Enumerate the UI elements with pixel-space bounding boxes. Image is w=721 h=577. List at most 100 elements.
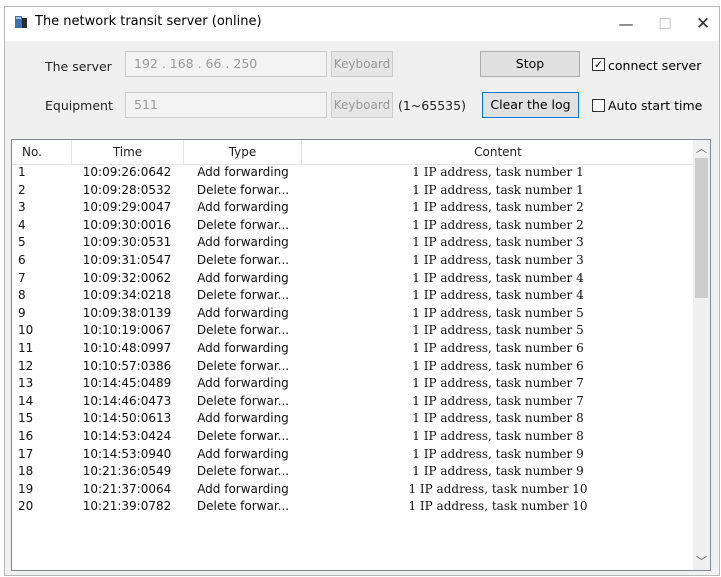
header-content[interactable]: Content (302, 140, 694, 164)
cell-time: 10:14:50:0613 (82, 411, 172, 426)
cell-time: 10:09:34:0218 (82, 288, 172, 303)
header-no[interactable]: No. (12, 140, 72, 164)
cell-no: 19 (18, 481, 34, 496)
maximize-button[interactable]: ☐ (645, 7, 685, 41)
table-row[interactable]: 10 10:10:19:0067 Delete forwar... 1 IP addr… (12, 322, 694, 340)
table-row[interactable]: 3 10:09:29:0047 Add forwarding 1 IP address… (12, 199, 694, 217)
chevron-up-icon[interactable]: ︿ (693, 140, 710, 157)
table-row[interactable]: 19 10:21:37:0064 Add forwarding 1 IP addres… (12, 481, 694, 499)
chevron-down-icon[interactable]: ﹀ (693, 553, 710, 570)
table-row[interactable]: 4 10:09:30:0016 Delete forwar... 1 IP addre… (12, 217, 694, 235)
cell-no: 20 (18, 499, 34, 514)
equipment-field[interactable]: 511 (125, 92, 327, 118)
cell-no: 12 (18, 358, 34, 373)
cell-type: Add forwarding (197, 200, 289, 215)
stop-button[interactable]: Stop (480, 51, 580, 77)
cell-time: 10:09:28:0532 (82, 182, 172, 197)
cell-time: 10:09:30:0016 (82, 217, 172, 232)
table-row[interactable]: 1 10:09:26:0642 Add forwarding 1 IP address… (12, 164, 694, 182)
cell-content: 1 IP address, task number 3 (412, 235, 584, 250)
cell-no: 5 (18, 235, 26, 250)
table-row[interactable]: 5 10:09:30:0531 Add forwarding 1 IP address… (12, 234, 694, 252)
cell-no: 3 (18, 200, 26, 215)
table-row[interactable]: 15 10:14:50:0613 Add forwarding 1 IP addres… (12, 410, 694, 428)
equipment-keyboard-button[interactable]: Keyboard (331, 92, 393, 118)
cell-time: 10:14:53:0940 (82, 446, 172, 461)
cell-no: 11 (18, 340, 34, 355)
cell-no: 7 (18, 270, 26, 285)
cell-time: 10:09:32:0062 (82, 270, 172, 285)
server-app-icon (15, 16, 27, 28)
cell-type: Add forwarding (197, 340, 289, 355)
cell-type: Delete forwar... (196, 464, 290, 479)
vertical-scrollbar[interactable]: ︿ ﹀ (693, 140, 710, 570)
table-row[interactable]: 16 10:14:53:0424 Delete forwar... 1 IP addr… (12, 428, 694, 446)
auto-start-checkbox[interactable] (592, 99, 605, 112)
cell-type: Add forwarding (197, 165, 289, 179)
cell-content: 1 IP address, task number 5 (412, 305, 584, 320)
clear-log-button[interactable]: Clear the log (482, 92, 579, 118)
cell-type: Delete forwar... (196, 252, 290, 267)
list-rows: 1 10:09:26:0642 Add forwarding 1 IP address… (12, 164, 694, 516)
cell-no: 6 (18, 252, 26, 267)
cell-type: Delete forwar... (196, 182, 290, 197)
cell-no: 1 (18, 165, 26, 179)
table-row[interactable]: 6 10:09:31:0547 Delete forwar... 1 IP addre… (12, 252, 694, 270)
cell-no: 15 (18, 411, 34, 426)
cell-time: 10:21:39:0782 (82, 499, 172, 514)
cell-no: 13 (18, 376, 34, 391)
cell-content: 1 IP address, task number 6 (412, 340, 584, 355)
cell-content: 1 IP address, task number 6 (412, 358, 584, 373)
app-window: The network transit server (online) — ☐ … (4, 6, 720, 576)
cell-time: 10:14:53:0424 (82, 428, 172, 443)
log-list[interactable]: No. Time Type Content 1 10:09:26:0642 Add … (11, 139, 711, 571)
table-row[interactable]: 14 10:14:46:0473 Delete forwar... 1 IP addr… (12, 393, 694, 411)
title-bar: The network transit server (online) — ☐ … (5, 7, 719, 41)
cell-content: 1 IP address, task number 5 (412, 323, 584, 338)
cell-type: Delete forwar... (196, 428, 290, 443)
header-type[interactable]: Type (184, 140, 302, 164)
cell-type: Delete forwar... (196, 217, 290, 232)
close-button[interactable]: ✕ (683, 7, 719, 41)
header-time[interactable]: Time (72, 140, 184, 164)
cell-content: 1 IP address, task number 1 (412, 165, 584, 179)
table-row[interactable]: 13 10:14:45:0489 Add forwarding 1 IP addres… (12, 375, 694, 393)
cell-type: Delete forwar... (196, 499, 290, 514)
cell-content: 1 IP address, task number 7 (412, 376, 584, 391)
table-row[interactable]: 9 10:09:38:0139 Add forwarding 1 IP address… (12, 305, 694, 323)
cell-time: 10:21:37:0064 (82, 481, 172, 496)
server-ip-field[interactable]: 192 . 168 . 66 . 250 (125, 51, 327, 77)
cell-time: 10:09:31:0547 (82, 252, 172, 267)
cell-time: 10:09:26:0642 (82, 165, 172, 179)
server-keyboard-button[interactable]: Keyboard (331, 51, 393, 77)
table-row[interactable]: 7 10:09:32:0062 Add forwarding 1 IP address… (12, 270, 694, 288)
table-row[interactable]: 17 10:14:53:0940 Add forwarding 1 IP addres… (12, 446, 694, 464)
cell-type: Add forwarding (197, 446, 289, 461)
table-row[interactable]: 11 10:10:48:0997 Add forwarding 1 IP addres… (12, 340, 694, 358)
minimize-button[interactable]: — (606, 7, 646, 41)
table-row[interactable]: 20 10:21:39:0782 Delete forwar... 1 IP addr… (12, 498, 694, 516)
table-row[interactable]: 18 10:21:36:0549 Delete forwar... 1 IP addr… (12, 463, 694, 481)
table-row[interactable]: 2 10:09:28:0532 Delete forwar... 1 IP addre… (12, 182, 694, 200)
auto-start-label: Auto start time (608, 98, 703, 113)
cell-type: Delete forwar... (196, 358, 290, 373)
table-row[interactable]: 12 10:10:57:0386 Delete forwar... 1 IP addr… (12, 358, 694, 376)
cell-type: Delete forwar... (196, 323, 290, 338)
cell-type: Add forwarding (197, 376, 289, 391)
cell-time: 10:09:29:0047 (82, 200, 172, 215)
cell-content: 1 IP address, task number 10 (408, 499, 588, 514)
connect-server-checkbox[interactable]: ✓ (592, 58, 605, 71)
cell-no: 18 (18, 464, 34, 479)
cell-time: 10:10:19:0067 (82, 323, 172, 338)
cell-content: 1 IP address, task number 3 (412, 252, 584, 267)
scroll-thumb[interactable] (695, 158, 708, 298)
cell-no: 8 (18, 288, 26, 303)
cell-content: 1 IP address, task number 4 (412, 288, 584, 303)
table-row[interactable]: 8 10:09:34:0218 Delete forwar... 1 IP addre… (12, 287, 694, 305)
cell-content: 1 IP address, task number 1 (412, 182, 584, 197)
cell-content: 1 IP address, task number 9 (412, 464, 584, 479)
cell-content: 1 IP address, task number 2 (412, 200, 584, 215)
cell-time: 10:09:38:0139 (82, 305, 172, 320)
cell-content: 1 IP address, task number 9 (412, 446, 584, 461)
list-header: No. Time Type Content (12, 140, 694, 165)
